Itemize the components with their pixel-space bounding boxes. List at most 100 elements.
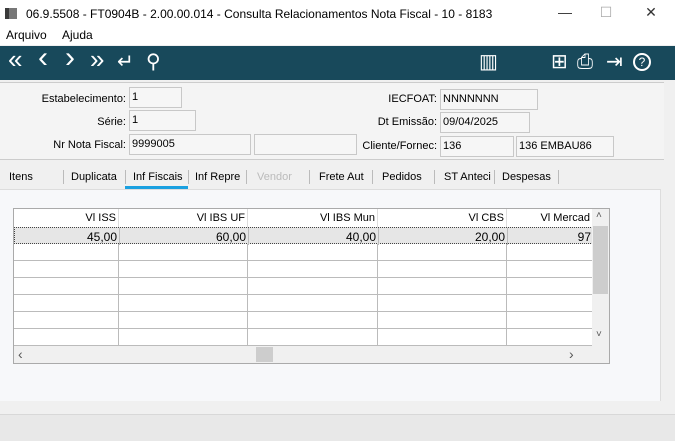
table-row[interactable] [14, 295, 593, 312]
empty-cell [14, 312, 119, 329]
column-header-vl-ibs-mun[interactable]: Vl IBS Mun [248, 209, 378, 227]
empty-cell [119, 329, 248, 346]
empty-cell [507, 295, 592, 312]
column-header-vl-mercad[interactable]: Vl Mercad [507, 209, 592, 227]
cell-vl-mercad: 97 [577, 230, 591, 244]
cliente-code-field[interactable]: 136 [440, 136, 514, 157]
empty-cell [248, 278, 378, 295]
empty-cell [14, 278, 119, 295]
empty-cell [378, 295, 507, 312]
menu-arquivo[interactable]: Arquivo [6, 28, 47, 42]
cell-vl-ibs-mun: 40,00 [249, 228, 379, 245]
tab-inf-repre[interactable]: Inf Repre [195, 171, 240, 183]
empty-cell [14, 261, 119, 278]
empty-cell [378, 261, 507, 278]
serie-field[interactable]: 1 [129, 110, 196, 131]
table-row[interactable] [14, 278, 593, 295]
vertical-scrollbar[interactable]: ˄ ˅ [592, 209, 609, 346]
empty-cell [14, 295, 119, 312]
title-bar: 06.9.5508 - FT0904B - 2.00.00.014 - Cons… [0, 0, 675, 28]
empty-cell [507, 244, 592, 261]
estabelecimento-field[interactable]: 1 [129, 87, 182, 108]
horizontal-scrollbar[interactable]: ‹ › [14, 346, 609, 363]
empty-cell [119, 244, 248, 261]
scroll-down-icon[interactable]: ˅ [596, 329, 602, 340]
table-row[interactable] [14, 329, 593, 346]
toolbar: « ‹ › » ↵ ⚲ ▥ ⊞ ⎙ ⇥ ? [0, 43, 675, 80]
scroll-right-icon[interactable]: › [569, 346, 574, 362]
empty-cell [507, 278, 592, 295]
tab-st-anteci[interactable]: ST Anteci [444, 171, 491, 183]
empty-cell [378, 312, 507, 329]
last-record-icon[interactable]: » [90, 46, 104, 72]
empty-cell [378, 278, 507, 295]
empty-cell [248, 295, 378, 312]
table-row[interactable] [14, 261, 593, 278]
empty-cell [119, 312, 248, 329]
minimize-button[interactable]: — [555, 4, 575, 24]
empty-cell [119, 295, 248, 312]
exit-icon[interactable]: ⇥ [606, 50, 623, 74]
tab-duplicata[interactable]: Duplicata [71, 171, 117, 183]
tab-itens[interactable]: Itens [9, 171, 33, 183]
close-button[interactable]: ✕ [641, 4, 661, 24]
window-title: 06.9.5508 - FT0904B - 2.00.00.014 - Cons… [26, 7, 493, 21]
maximize-button[interactable]: ☐ [596, 4, 616, 24]
help-icon[interactable]: ? [633, 53, 651, 71]
tab-bar: Itens Duplicata Inf Fiscais Inf Repre Ve… [0, 166, 664, 188]
menu-bar: Arquivo Ajuda [0, 28, 675, 45]
nr-nota-fiscal-field[interactable]: 9999005 [129, 134, 251, 155]
return-icon[interactable]: ↵ [117, 50, 134, 74]
column-header-vl-ibs-uf[interactable]: Vl IBS UF [119, 209, 248, 227]
cell-vl-iss: 45,00 [15, 228, 120, 245]
empty-cell [248, 312, 378, 329]
empty-cell [507, 329, 592, 346]
empty-cell [507, 261, 592, 278]
nr-nota-fiscal-label: Nr Nota Fiscal: [53, 139, 126, 151]
column-header-vl-iss[interactable]: Vl ISS [14, 209, 119, 227]
table-row[interactable] [14, 312, 593, 329]
header-form: Estabelecimento: 1 Série: 1 Nr Nota Fisc… [0, 82, 664, 160]
tab-despesas[interactable]: Despesas [502, 171, 551, 183]
vertical-scroll-thumb[interactable] [593, 226, 608, 294]
column-header-vl-cbs[interactable]: Vl CBS [378, 209, 507, 227]
cell-vl-cbs: 20,00 [379, 228, 508, 245]
iecfoat-field[interactable]: NNNNNNN [440, 89, 538, 110]
scroll-left-icon[interactable]: ‹ [18, 346, 23, 362]
cell-vl-ibs-uf: 60,00 [120, 228, 249, 245]
app-icon [5, 8, 17, 19]
empty-cell [119, 278, 248, 295]
data-grid: Vl ISS Vl IBS UF Vl IBS Mun Vl CBS Vl Me… [13, 208, 610, 364]
scroll-up-icon[interactable]: ˄ [596, 210, 602, 221]
estabelecimento-label: Estabelecimento: [41, 93, 126, 105]
empty-cell [378, 244, 507, 261]
status-bar [0, 414, 675, 441]
dt-emissao-field[interactable]: 09/04/2025 [440, 112, 530, 133]
empty-cell [248, 329, 378, 346]
empty-cell [119, 261, 248, 278]
empty-cell [248, 244, 378, 261]
tab-pedidos[interactable]: Pedidos [382, 171, 422, 183]
tab-inf-fiscais[interactable]: Inf Fiscais [133, 171, 183, 183]
horizontal-scroll-thumb[interactable] [256, 347, 273, 362]
search-icon[interactable]: ⚲ [146, 50, 161, 74]
tab-frete-aut[interactable]: Frete Aut [319, 171, 364, 183]
cliente-name-field[interactable]: 136 EMBAU86 [516, 136, 614, 157]
empty-cell [14, 329, 119, 346]
next-record-icon[interactable]: › [65, 43, 75, 73]
previous-record-icon[interactable]: ‹ [38, 43, 48, 73]
chart-icon[interactable]: ▥ [479, 50, 498, 74]
menu-ajuda[interactable]: Ajuda [62, 28, 93, 42]
serie-label: Série: [97, 116, 126, 128]
dt-emissao-label: Dt Emissão: [377, 116, 437, 128]
cliente-fornec-label: Cliente/Fornec: [362, 140, 437, 152]
iecfoat-label: IECFOAT: [388, 93, 437, 105]
empty-cell [14, 244, 119, 261]
print-icon[interactable]: ⎙ [577, 50, 593, 74]
table-row[interactable]: 45,00 60,00 40,00 20,00 97 [14, 227, 593, 245]
table-row[interactable] [14, 244, 593, 261]
first-record-icon[interactable]: « [8, 46, 22, 72]
empty-cell [378, 329, 507, 346]
tab-vendor: Vendor [257, 171, 292, 183]
tree-icon[interactable]: ⊞ [551, 50, 568, 74]
